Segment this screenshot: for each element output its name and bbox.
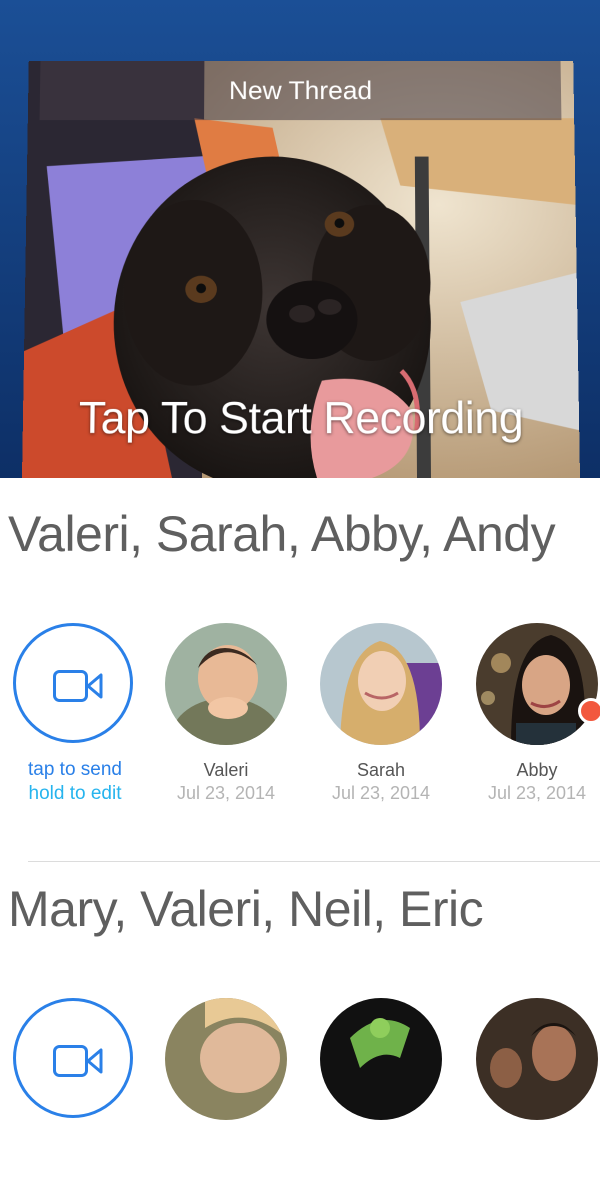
record-video-button[interactable]	[13, 998, 133, 1118]
camera-preview[interactable]: New Thread Tap To Start Recording	[22, 60, 580, 478]
hold-to-edit-label: hold to edit	[28, 783, 122, 804]
thread-members-row: tap to send hold to edit Valeri Jul 23, …	[0, 623, 600, 813]
avatar-image	[320, 998, 442, 1120]
avatar-sarah[interactable]	[320, 623, 442, 745]
video-camera-icon	[53, 670, 103, 702]
member-name: Abby	[516, 760, 558, 780]
record-prompt[interactable]: Tap To Start Recording	[23, 393, 580, 445]
member-name: Sarah	[356, 760, 406, 780]
avatar-image	[165, 998, 287, 1120]
avatar-abby[interactable]	[476, 623, 598, 745]
thread-title[interactable]: Mary, Valeri, Neil, Eric	[8, 880, 484, 938]
new-thread-title: New Thread	[39, 60, 562, 121]
avatar-valeri[interactable]	[165, 623, 287, 745]
avatar-image	[165, 623, 287, 745]
avatar-image	[476, 998, 598, 1120]
new-thread-header: New Thread Tap To Start Recording	[0, 0, 600, 478]
unread-indicator	[578, 698, 600, 724]
avatar-image	[476, 623, 598, 745]
member-date: Jul 23, 2014	[176, 783, 276, 803]
member-date: Jul 23, 2014	[331, 783, 431, 803]
thread-divider	[28, 861, 600, 862]
video-camera-icon	[53, 1045, 103, 1077]
thread-title[interactable]: Valeri, Sarah, Abby, Andy	[8, 505, 556, 563]
thread-members-row	[0, 998, 600, 1188]
avatar-image	[320, 623, 442, 745]
member-date: Jul 23, 2014	[487, 783, 587, 803]
avatar-member[interactable]	[320, 998, 442, 1120]
avatar-member[interactable]	[476, 998, 598, 1120]
tap-to-send-label: tap to send	[27, 759, 123, 780]
member-name: Valeri	[203, 760, 249, 780]
avatar-member[interactable]	[165, 998, 287, 1120]
record-video-button[interactable]	[13, 623, 133, 743]
